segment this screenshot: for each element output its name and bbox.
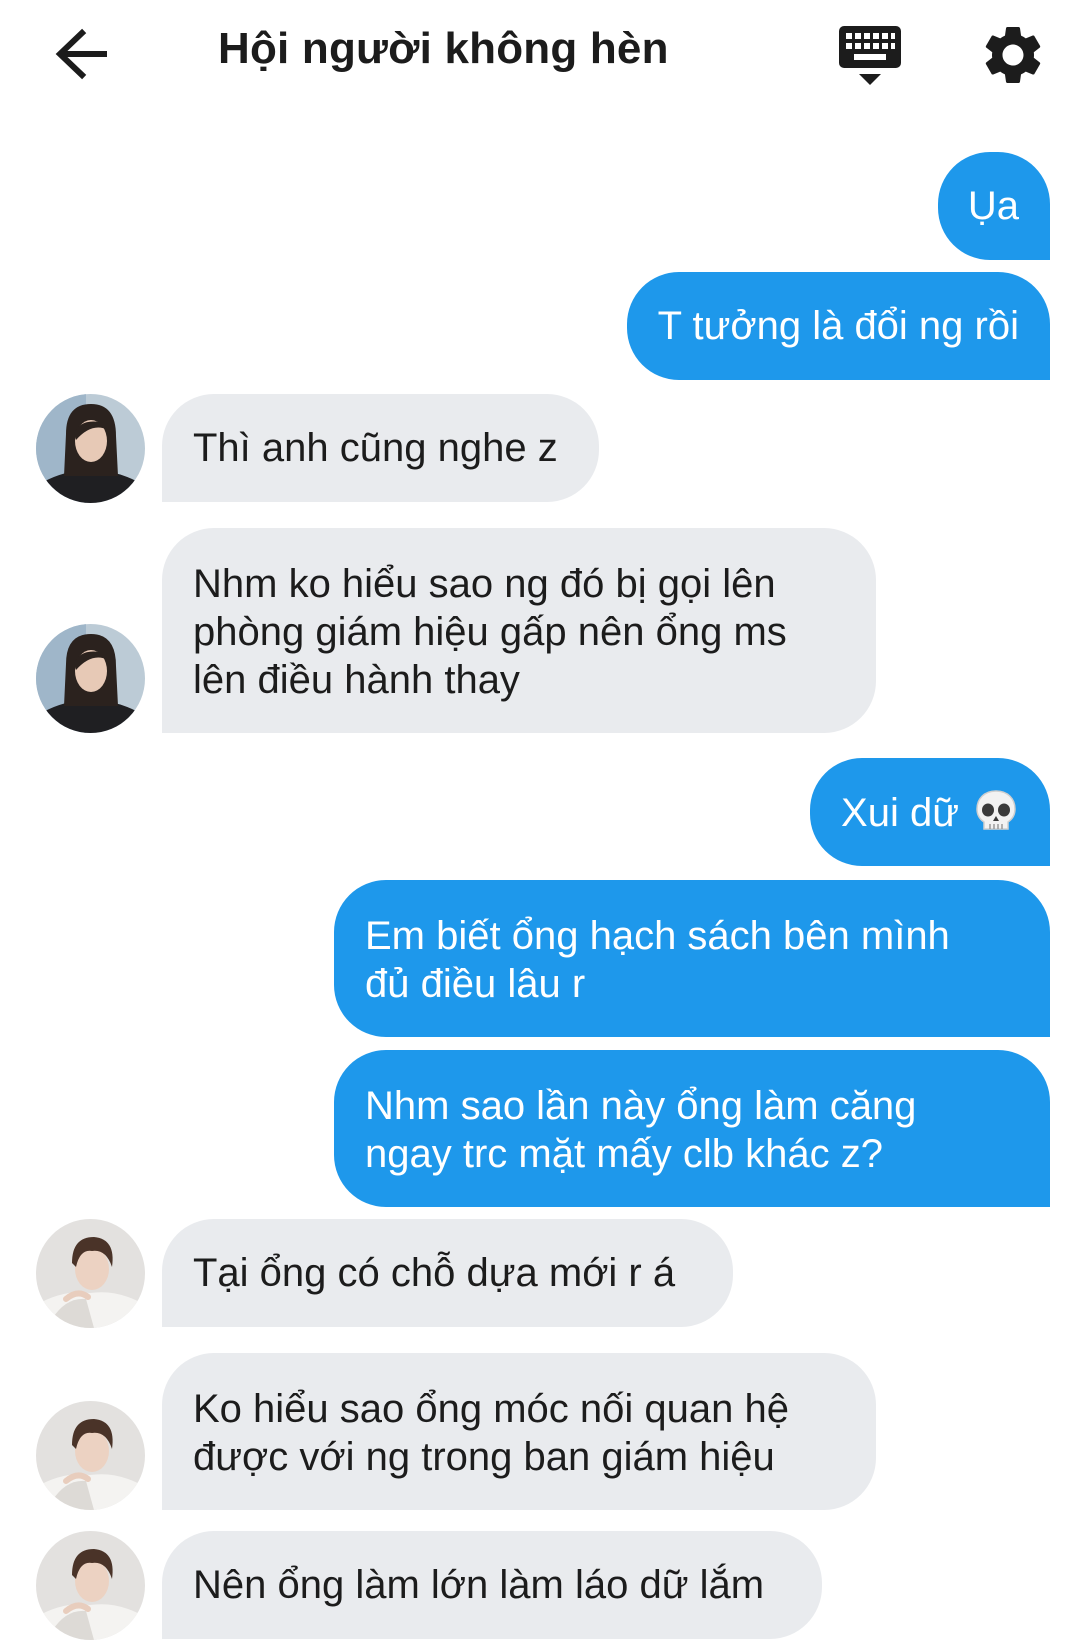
chat-title: Hội người không hèn [218, 24, 669, 73]
message-line: được với ng trong ban giám hiệu [193, 1435, 775, 1479]
message-line: Nhm ko hiểu sao ng đó bị gọi lên [193, 562, 776, 606]
outgoing-message[interactable]: Ụa [937, 152, 1050, 260]
gear-icon [985, 27, 1041, 83]
message-line: Em biết ổng hạch sách bên mình [365, 914, 950, 958]
avatar[interactable] [36, 394, 145, 503]
keyboard-icon [839, 26, 901, 85]
chat-header: Hội người không hèn [0, 0, 1080, 110]
message-line: phòng giám hiệu gấp nên ổng ms [193, 610, 787, 654]
message-line: Ko hiểu sao ổng móc nối quan hệ [193, 1387, 789, 1431]
incoming-message[interactable]: Nhm ko hiểu sao ng đó bị gọi lên phòng g… [162, 528, 876, 733]
skull-icon [973, 788, 1019, 834]
avatar[interactable] [36, 1219, 145, 1328]
arrow-left-icon [55, 28, 107, 80]
message-line: đủ điều lâu r [365, 962, 586, 1006]
message-text: Nên ổng làm lớn làm láo dữ lắm [193, 1563, 765, 1607]
settings-button[interactable] [978, 20, 1048, 90]
avatar[interactable] [36, 1531, 145, 1640]
message-text: T tưởng là đổi ng rồi [657, 304, 1019, 348]
outgoing-message[interactable]: Nhm sao lần này ổng làm căng ngay trc mặ… [334, 1050, 1050, 1207]
message-line: Nhm sao lần này ổng làm căng [365, 1084, 917, 1128]
incoming-message[interactable]: Thì anh cũng nghe z [162, 394, 599, 502]
outgoing-message[interactable]: Em biết ổng hạch sách bên mình đủ điều l… [334, 880, 1050, 1037]
message-text: Tại ổng có chỗ dựa mới r á [193, 1251, 676, 1295]
outgoing-message[interactable]: Xui dữ [810, 758, 1050, 866]
message-text: Thì anh cũng nghe z [193, 426, 558, 470]
outgoing-message[interactable]: T tưởng là đổi ng rồi [626, 272, 1050, 380]
back-button[interactable] [50, 24, 120, 84]
incoming-message[interactable]: Ko hiểu sao ổng móc nối quan hệ được với… [162, 1353, 876, 1510]
message-line: ngay trc mặt mấy clb khác z? [365, 1132, 883, 1176]
keyboard-button[interactable] [835, 22, 905, 88]
avatar[interactable] [36, 1401, 145, 1510]
message-text: Ụa [967, 184, 1019, 228]
message-text: Xui dữ [841, 791, 959, 835]
avatar[interactable] [36, 624, 145, 733]
incoming-message[interactable]: Nên ổng làm lớn làm láo dữ lắm [162, 1531, 822, 1639]
message-line: lên điều hành thay [193, 658, 520, 702]
incoming-message[interactable]: Tại ổng có chỗ dựa mới r á [162, 1219, 733, 1327]
